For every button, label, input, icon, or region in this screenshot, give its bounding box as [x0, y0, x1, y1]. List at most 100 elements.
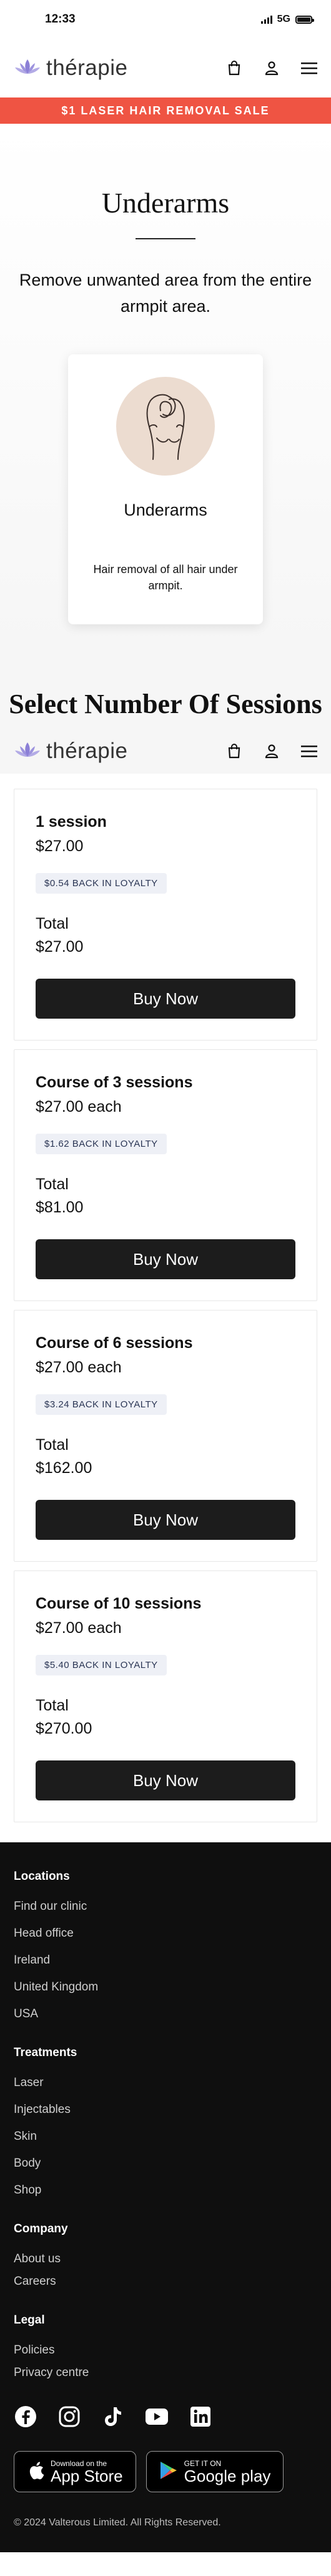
logo-text: thérapie [46, 56, 128, 80]
shopping-bag-icon[interactable] [226, 743, 242, 759]
sticky-header: thérapie [0, 729, 331, 774]
site-header: thérapie [0, 39, 331, 97]
footer-link[interactable]: Body [14, 2157, 317, 2170]
footer-heading: Locations [14, 1870, 70, 1883]
footer-link[interactable]: Injectables [14, 2103, 317, 2117]
footer-link[interactable]: About us [14, 2252, 317, 2266]
footer-link[interactable]: Careers [14, 2275, 317, 2289]
google-play-icon [159, 2460, 178, 2484]
account-icon[interactable] [264, 60, 280, 76]
loyalty-badge: $3.24 BACK IN LOYALTY [36, 1394, 167, 1415]
app-store-big-text: App Store [51, 2467, 123, 2485]
logo-text: thérapie [46, 739, 128, 763]
buy-now-button[interactable]: Buy Now [36, 1239, 295, 1279]
buy-now-button[interactable]: Buy Now [36, 1760, 295, 1800]
treatment-area-description: Hair removal of all hair under armpit. [93, 563, 238, 592]
menu-icon[interactable] [301, 60, 317, 76]
session-options: 1 session $27.00 $0.54 BACK IN LOYALTY T… [0, 774, 331, 1842]
footer-link[interactable]: USA [14, 2007, 317, 2021]
footer-company: Company About us Careers [14, 2222, 317, 2289]
session-name: 1 session [36, 813, 107, 831]
footer-link[interactable]: Find our clinic [14, 1900, 317, 1914]
battery-icon [295, 15, 314, 24]
treatment-area-card[interactable]: Underarms Hair removal of all hair under… [68, 354, 263, 624]
session-price: $27.00 each [36, 1098, 122, 1116]
session-card: Course of 10 sessions $27.00 each $5.40 … [14, 1570, 317, 1822]
logo[interactable]: thérapie [14, 739, 127, 764]
app-store-badge[interactable]: Download on the App Store [14, 2451, 136, 2492]
menu-icon[interactable] [301, 743, 317, 759]
youtube-icon[interactable] [145, 2405, 169, 2429]
loyalty-badge: $5.40 BACK IN LOYALTY [36, 1655, 167, 1675]
footer-legal: Legal Policies Privacy centre [14, 2314, 317, 2380]
total-value: $270.00 [36, 1720, 92, 1737]
signal-icon [260, 15, 272, 24]
loyalty-badge: $1.62 BACK IN LOYALTY [36, 1134, 167, 1154]
footer-heading: Company [14, 2222, 68, 2235]
session-name: Course of 6 sessions [36, 1334, 193, 1352]
footer-heading: Treatments [14, 2046, 77, 2059]
status-indicators: 5G [260, 14, 314, 25]
loyalty-badge: $0.54 BACK IN LOYALTY [36, 873, 167, 894]
total-label: Total [36, 1436, 69, 1454]
header-actions [226, 60, 317, 76]
footer-link[interactable]: Laser [14, 2076, 317, 2090]
site-footer: Locations Find our clinic Head office Ir… [0, 1842, 331, 2552]
google-play-text: GET IT ON Google play [184, 2459, 271, 2484]
network-label: 5G [277, 14, 290, 24]
title-divider [136, 238, 195, 239]
account-icon[interactable] [264, 743, 280, 759]
status-time: 12:33 [45, 12, 76, 26]
total-label: Total [36, 1176, 69, 1193]
footer-link[interactable]: Shop [14, 2184, 317, 2197]
instagram-icon[interactable] [57, 2405, 81, 2429]
session-card: Course of 3 sessions $27.00 each $1.62 B… [14, 1049, 317, 1301]
shopping-bag-icon[interactable] [226, 60, 242, 76]
total-label: Total [36, 1697, 69, 1714]
underarm-illustration-icon [116, 377, 215, 476]
google-play-big-text: Google play [184, 2467, 271, 2485]
footer-link[interactable]: Ireland [14, 1954, 317, 1967]
session-price: $27.00 [36, 837, 84, 855]
facebook-icon[interactable] [14, 2405, 37, 2429]
linkedin-icon[interactable] [189, 2405, 212, 2429]
footer-link[interactable]: Skin [14, 2130, 317, 2144]
session-name: Course of 3 sessions [36, 1074, 193, 1091]
sessions-heading: Select Number Of Sessions [0, 662, 331, 729]
session-name: Course of 10 sessions [36, 1595, 202, 1612]
buy-now-button[interactable]: Buy Now [36, 1500, 295, 1540]
treatment-area-name: Underarms [124, 501, 207, 519]
footer-heading: Legal [14, 2314, 45, 2327]
total-value: $81.00 [36, 1199, 84, 1216]
total-value: $162.00 [36, 1459, 92, 1477]
logo[interactable]: thérapie [14, 56, 127, 81]
header-actions [226, 743, 317, 759]
total-value: $27.00 [36, 938, 84, 956]
promo-banner[interactable]: $1 LASER HAIR REMOVAL SALE [0, 97, 331, 124]
session-price: $27.00 each [36, 1359, 122, 1376]
session-price: $27.00 each [36, 1619, 122, 1637]
total-label: Total [36, 915, 69, 932]
lotus-logo-icon [14, 57, 41, 79]
footer-link[interactable]: United Kingdom [14, 1980, 317, 1994]
session-card: 1 session $27.00 $0.54 BACK IN LOYALTY T… [14, 789, 317, 1041]
hero-description: Remove unwanted area from the entire arm… [19, 271, 312, 316]
footer-link[interactable]: Policies [14, 2344, 317, 2357]
lotus-logo-icon [14, 741, 41, 762]
status-bar: 12:33 5G [0, 0, 331, 39]
tiktok-icon[interactable] [101, 2405, 125, 2429]
session-card: Course of 6 sessions $27.00 each $3.24 B… [14, 1310, 317, 1562]
footer-link[interactable]: Head office [14, 1927, 317, 1940]
google-play-badge[interactable]: GET IT ON Google play [146, 2451, 284, 2492]
page-title: Underarms [101, 187, 230, 219]
social-links [14, 2405, 317, 2429]
footer-treatments: Treatments Laser Injectables Skin Body S… [14, 2046, 317, 2197]
buy-now-button[interactable]: Buy Now [36, 979, 295, 1019]
hero-section: Underarms Remove unwanted area from the … [0, 124, 331, 662]
apple-icon [27, 2460, 44, 2484]
footer-link[interactable]: Privacy centre [14, 2366, 317, 2380]
footer-locations: Locations Find our clinic Head office Ir… [14, 1870, 317, 2021]
app-store-text: Download on the App Store [51, 2459, 123, 2484]
copyright-text: © 2024 Valterous Limited. All Rights Res… [14, 2517, 221, 2528]
app-store-badges: Download on the App Store GET IT ON Goog… [14, 2451, 317, 2492]
